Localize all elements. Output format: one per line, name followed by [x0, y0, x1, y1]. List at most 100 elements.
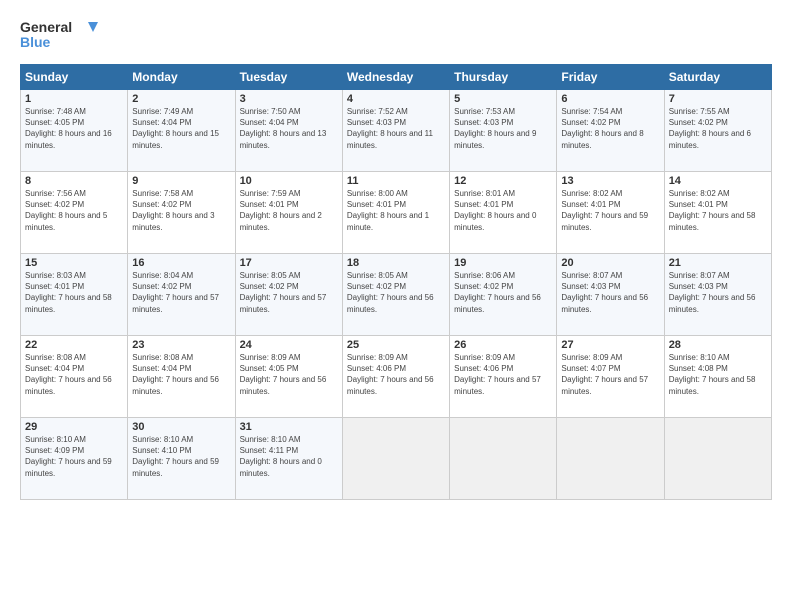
day-number: 12 [454, 175, 552, 187]
day-number: 6 [561, 93, 659, 105]
calendar-table: SundayMondayTuesdayWednesdayThursdayFrid… [20, 64, 772, 500]
day-number: 2 [132, 93, 230, 105]
day-number: 13 [561, 175, 659, 187]
calendar-cell [450, 418, 557, 500]
calendar-cell: 6 Sunrise: 7:54 AMSunset: 4:02 PMDayligh… [557, 90, 664, 172]
calendar-cell: 11 Sunrise: 8:00 AMSunset: 4:01 PMDaylig… [342, 172, 449, 254]
day-info: Sunrise: 8:09 AMSunset: 4:06 PMDaylight:… [454, 353, 541, 396]
day-info: Sunrise: 7:53 AMSunset: 4:03 PMDaylight:… [454, 107, 536, 150]
calendar-cell: 7 Sunrise: 7:55 AMSunset: 4:02 PMDayligh… [664, 90, 771, 172]
day-info: Sunrise: 8:07 AMSunset: 4:03 PMDaylight:… [669, 271, 756, 314]
day-number: 29 [25, 421, 123, 433]
day-info: Sunrise: 7:58 AMSunset: 4:02 PMDaylight:… [132, 189, 214, 232]
day-number: 18 [347, 257, 445, 269]
day-number: 21 [669, 257, 767, 269]
day-number: 4 [347, 93, 445, 105]
day-info: Sunrise: 8:10 AMSunset: 4:10 PMDaylight:… [132, 435, 219, 478]
col-header-tuesday: Tuesday [235, 65, 342, 90]
day-info: Sunrise: 8:05 AMSunset: 4:02 PMDaylight:… [347, 271, 434, 314]
calendar-cell: 28 Sunrise: 8:10 AMSunset: 4:08 PMDaylig… [664, 336, 771, 418]
calendar-cell: 20 Sunrise: 8:07 AMSunset: 4:03 PMDaylig… [557, 254, 664, 336]
calendar-cell: 21 Sunrise: 8:07 AMSunset: 4:03 PMDaylig… [664, 254, 771, 336]
calendar-cell: 30 Sunrise: 8:10 AMSunset: 4:10 PMDaylig… [128, 418, 235, 500]
day-info: Sunrise: 8:01 AMSunset: 4:01 PMDaylight:… [454, 189, 536, 232]
svg-text:Blue: Blue [20, 34, 51, 50]
day-number: 7 [669, 93, 767, 105]
day-number: 15 [25, 257, 123, 269]
day-info: Sunrise: 8:08 AMSunset: 4:04 PMDaylight:… [25, 353, 112, 396]
day-info: Sunrise: 8:08 AMSunset: 4:04 PMDaylight:… [132, 353, 219, 396]
day-info: Sunrise: 8:09 AMSunset: 4:06 PMDaylight:… [347, 353, 434, 396]
col-header-saturday: Saturday [664, 65, 771, 90]
day-info: Sunrise: 8:03 AMSunset: 4:01 PMDaylight:… [25, 271, 112, 314]
calendar-cell: 10 Sunrise: 7:59 AMSunset: 4:01 PMDaylig… [235, 172, 342, 254]
day-number: 1 [25, 93, 123, 105]
calendar-cell: 26 Sunrise: 8:09 AMSunset: 4:06 PMDaylig… [450, 336, 557, 418]
day-info: Sunrise: 8:10 AMSunset: 4:08 PMDaylight:… [669, 353, 756, 396]
calendar-cell: 24 Sunrise: 8:09 AMSunset: 4:05 PMDaylig… [235, 336, 342, 418]
day-number: 19 [454, 257, 552, 269]
calendar-cell [342, 418, 449, 500]
day-number: 20 [561, 257, 659, 269]
day-number: 14 [669, 175, 767, 187]
day-info: Sunrise: 8:10 AMSunset: 4:09 PMDaylight:… [25, 435, 112, 478]
logo-svg: GeneralBlue [20, 18, 100, 54]
day-info: Sunrise: 8:02 AMSunset: 4:01 PMDaylight:… [561, 189, 648, 232]
day-info: Sunrise: 8:09 AMSunset: 4:07 PMDaylight:… [561, 353, 648, 396]
calendar-cell [664, 418, 771, 500]
day-info: Sunrise: 8:05 AMSunset: 4:02 PMDaylight:… [240, 271, 327, 314]
col-header-wednesday: Wednesday [342, 65, 449, 90]
day-number: 27 [561, 339, 659, 351]
day-info: Sunrise: 7:49 AMSunset: 4:04 PMDaylight:… [132, 107, 219, 150]
day-info: Sunrise: 8:10 AMSunset: 4:11 PMDaylight:… [240, 435, 322, 478]
day-number: 25 [347, 339, 445, 351]
col-header-monday: Monday [128, 65, 235, 90]
day-info: Sunrise: 8:06 AMSunset: 4:02 PMDaylight:… [454, 271, 541, 314]
day-number: 22 [25, 339, 123, 351]
day-info: Sunrise: 8:00 AMSunset: 4:01 PMDaylight:… [347, 189, 429, 232]
col-header-sunday: Sunday [21, 65, 128, 90]
day-number: 10 [240, 175, 338, 187]
calendar-cell: 1 Sunrise: 7:48 AMSunset: 4:05 PMDayligh… [21, 90, 128, 172]
day-info: Sunrise: 7:55 AMSunset: 4:02 PMDaylight:… [669, 107, 751, 150]
calendar-cell: 14 Sunrise: 8:02 AMSunset: 4:01 PMDaylig… [664, 172, 771, 254]
calendar-cell: 22 Sunrise: 8:08 AMSunset: 4:04 PMDaylig… [21, 336, 128, 418]
col-header-friday: Friday [557, 65, 664, 90]
day-number: 9 [132, 175, 230, 187]
day-number: 26 [454, 339, 552, 351]
day-number: 23 [132, 339, 230, 351]
calendar-cell: 3 Sunrise: 7:50 AMSunset: 4:04 PMDayligh… [235, 90, 342, 172]
day-number: 31 [240, 421, 338, 433]
calendar-cell: 8 Sunrise: 7:56 AMSunset: 4:02 PMDayligh… [21, 172, 128, 254]
calendar-cell: 16 Sunrise: 8:04 AMSunset: 4:02 PMDaylig… [128, 254, 235, 336]
day-number: 17 [240, 257, 338, 269]
calendar-cell: 31 Sunrise: 8:10 AMSunset: 4:11 PMDaylig… [235, 418, 342, 500]
day-info: Sunrise: 7:52 AMSunset: 4:03 PMDaylight:… [347, 107, 433, 150]
day-number: 11 [347, 175, 445, 187]
calendar-cell: 2 Sunrise: 7:49 AMSunset: 4:04 PMDayligh… [128, 90, 235, 172]
day-number: 28 [669, 339, 767, 351]
day-number: 16 [132, 257, 230, 269]
header: GeneralBlue [20, 18, 772, 54]
calendar-cell: 13 Sunrise: 8:02 AMSunset: 4:01 PMDaylig… [557, 172, 664, 254]
day-number: 5 [454, 93, 552, 105]
day-number: 3 [240, 93, 338, 105]
day-number: 24 [240, 339, 338, 351]
calendar-cell: 29 Sunrise: 8:10 AMSunset: 4:09 PMDaylig… [21, 418, 128, 500]
day-info: Sunrise: 7:59 AMSunset: 4:01 PMDaylight:… [240, 189, 322, 232]
calendar-cell: 5 Sunrise: 7:53 AMSunset: 4:03 PMDayligh… [450, 90, 557, 172]
calendar-cell: 12 Sunrise: 8:01 AMSunset: 4:01 PMDaylig… [450, 172, 557, 254]
calendar-cell: 25 Sunrise: 8:09 AMSunset: 4:06 PMDaylig… [342, 336, 449, 418]
calendar-cell: 18 Sunrise: 8:05 AMSunset: 4:02 PMDaylig… [342, 254, 449, 336]
col-header-thursday: Thursday [450, 65, 557, 90]
calendar-cell: 23 Sunrise: 8:08 AMSunset: 4:04 PMDaylig… [128, 336, 235, 418]
day-info: Sunrise: 7:48 AMSunset: 4:05 PMDaylight:… [25, 107, 112, 150]
svg-text:General: General [20, 19, 72, 35]
page: GeneralBlue SundayMondayTuesdayWednesday… [0, 0, 792, 612]
calendar-cell: 4 Sunrise: 7:52 AMSunset: 4:03 PMDayligh… [342, 90, 449, 172]
logo: GeneralBlue [20, 18, 100, 54]
calendar-cell: 9 Sunrise: 7:58 AMSunset: 4:02 PMDayligh… [128, 172, 235, 254]
calendar-cell: 19 Sunrise: 8:06 AMSunset: 4:02 PMDaylig… [450, 254, 557, 336]
day-number: 30 [132, 421, 230, 433]
day-info: Sunrise: 8:07 AMSunset: 4:03 PMDaylight:… [561, 271, 648, 314]
